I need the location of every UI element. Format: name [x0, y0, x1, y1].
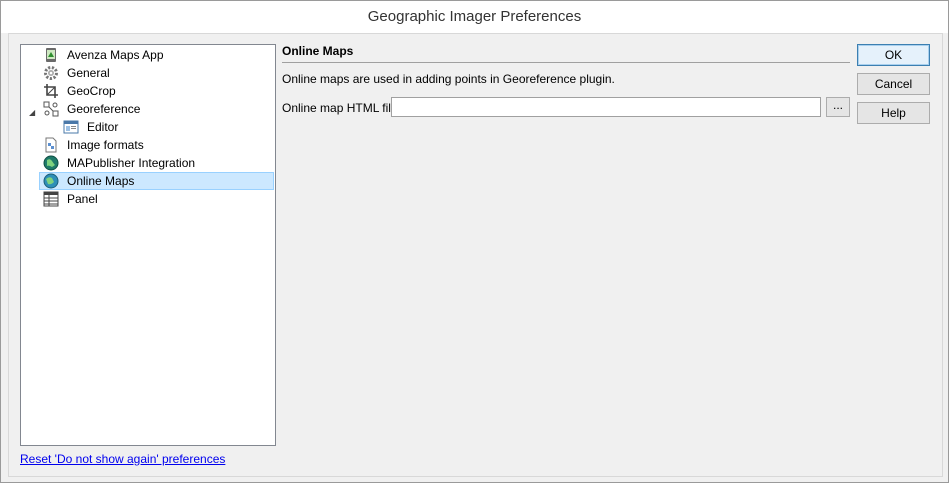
tree-item-label: Image formats: [67, 138, 144, 152]
dialog-body: Avenza Maps App General GeoCrop ◢ Georef…: [8, 33, 943, 477]
reset-preferences-link[interactable]: Reset 'Do not show again' preferences: [20, 452, 225, 466]
preferences-window: Geographic Imager Preferences Avenza Map…: [0, 0, 949, 483]
tree-item-label: GeoCrop: [67, 84, 116, 98]
globe-icon: [43, 155, 59, 171]
window-title: Geographic Imager Preferences: [1, 1, 948, 33]
panel-grid-icon: [43, 191, 59, 207]
tree-item-label: Online Maps: [67, 174, 135, 188]
tree-item-label: Georeference: [67, 102, 141, 116]
preferences-tree: Avenza Maps App General GeoCrop ◢ Georef…: [20, 44, 276, 446]
avenza-maps-icon: [43, 47, 59, 63]
crop-icon: [43, 83, 59, 99]
tree-item-label: MAPublisher Integration: [67, 156, 196, 170]
section-description: Online maps are used in adding points in…: [282, 72, 615, 86]
html-file-label: Online map HTML file:: [282, 101, 401, 115]
editor-icon: [63, 119, 79, 135]
online-globe-icon: [43, 173, 59, 189]
html-file-input[interactable]: [391, 97, 821, 117]
ok-button[interactable]: OK: [857, 44, 930, 66]
help-button[interactable]: Help: [857, 102, 930, 124]
section-title: Online Maps: [282, 44, 354, 58]
tree-item-label: Avenza Maps App: [67, 48, 164, 62]
collapse-arrow-icon[interactable]: ◢: [29, 108, 39, 118]
tree-item-label: Panel: [67, 192, 98, 206]
tree-item-label: General: [67, 66, 110, 80]
gear-icon: [43, 65, 59, 81]
tree-item-label: Editor: [87, 120, 119, 134]
browse-button[interactable]: ...: [826, 97, 850, 117]
georeference-icon: [43, 101, 59, 117]
cancel-button[interactable]: Cancel: [857, 73, 930, 95]
section-divider: [282, 62, 850, 63]
image-formats-icon: [43, 137, 59, 153]
